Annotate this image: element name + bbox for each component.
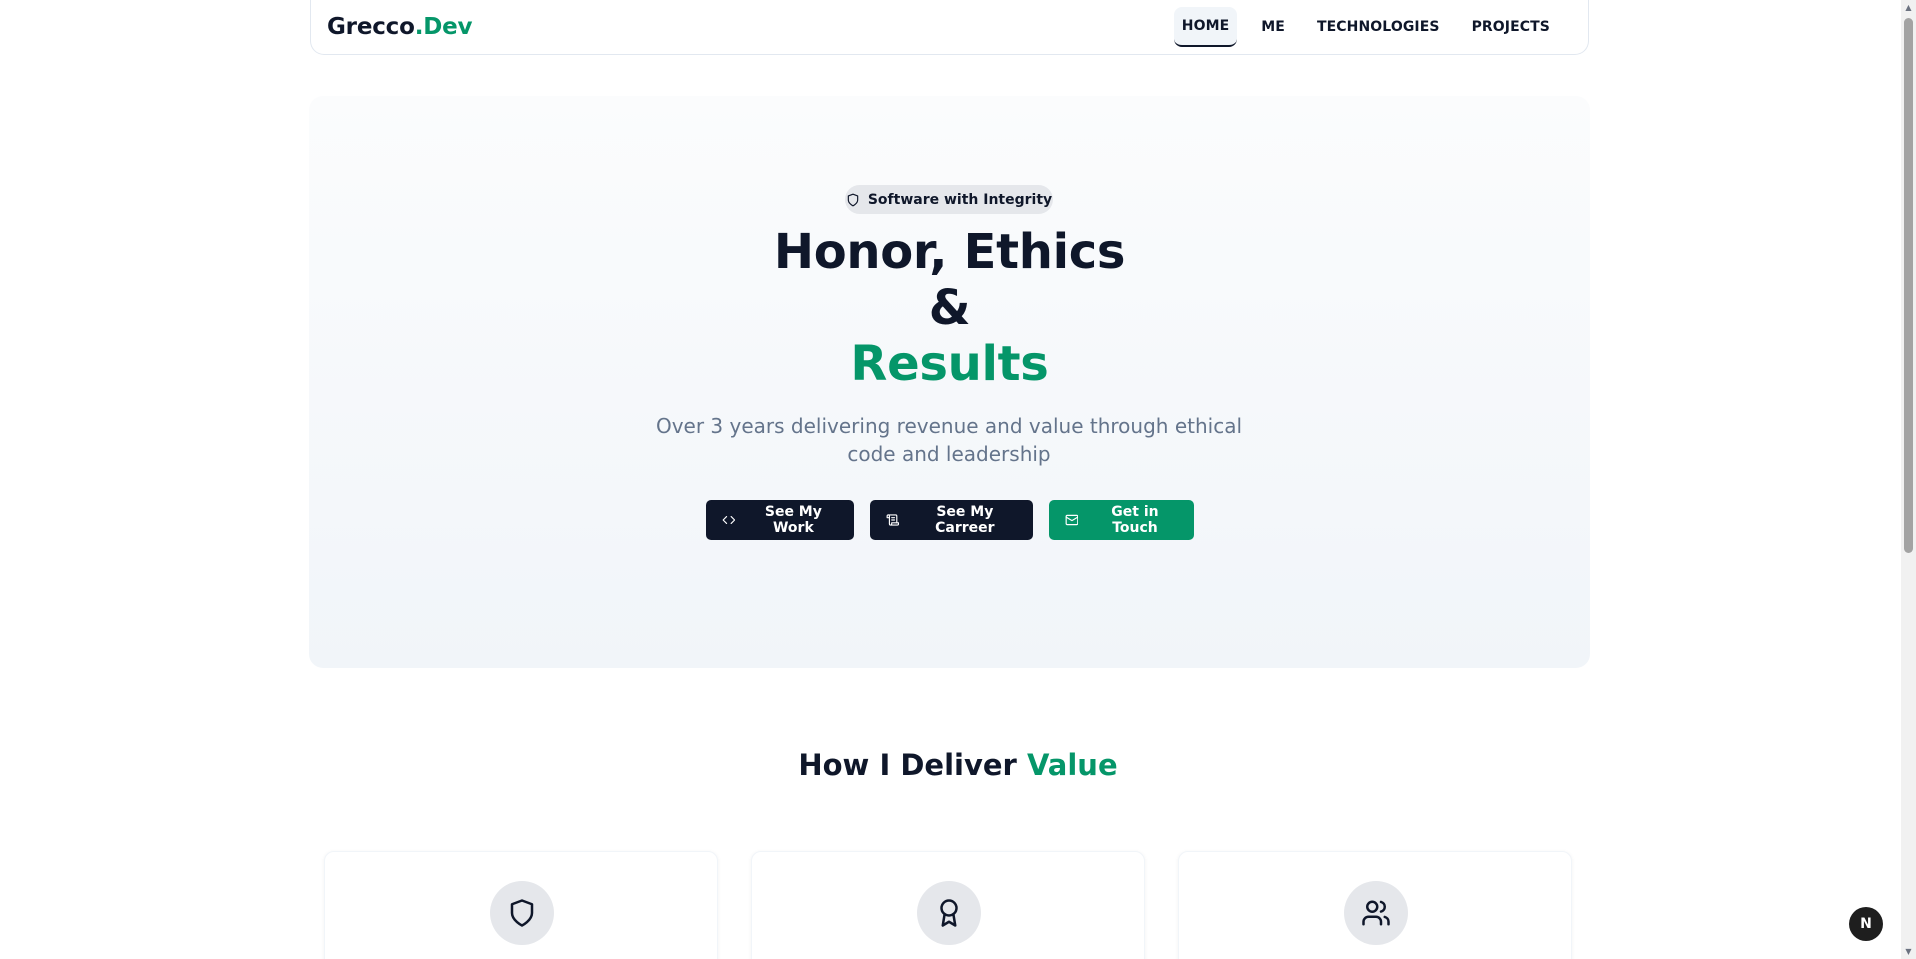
brand-name-accent: .Dev — [414, 14, 473, 40]
badge-label: Software with Integrity — [867, 191, 1053, 208]
hero-subtitle: Over 3 years delivering revenue and valu… — [655, 414, 1243, 466]
value-card-icon-wrap — [917, 881, 981, 945]
value-card-icon-wrap — [490, 881, 554, 945]
value-card-quality — [751, 851, 1145, 959]
cta-buttons: See My Work See My Carreer Get in Touch — [309, 500, 1590, 540]
page-scrollbar[interactable]: ▲ ▼ — [1901, 0, 1916, 959]
nav-item-technologies[interactable]: TECHNOLOGIES — [1309, 7, 1448, 47]
see-my-career-label: See My Carreer — [935, 504, 995, 536]
get-in-touch-label: Get in Touch — [1111, 504, 1159, 536]
dev-tools-badge[interactable]: N — [1849, 907, 1883, 941]
brand-logo[interactable]: Grecco.Dev — [327, 14, 473, 40]
hero-section: Software with Integrity Honor, Ethics & … — [309, 96, 1590, 668]
page: Grecco.Dev HOME ME TECHNOLOGIES PROJECTS… — [0, 0, 1916, 959]
mail-icon — [1065, 514, 1078, 526]
shield-icon — [847, 193, 859, 206]
value-card-team — [1178, 851, 1572, 959]
value-section-title: How I Deliver Value — [0, 748, 1916, 782]
code-icon — [722, 515, 735, 525]
navbar: Grecco.Dev HOME ME TECHNOLOGIES PROJECTS — [310, 0, 1589, 55]
shield-icon — [510, 899, 534, 927]
main-nav: HOME ME TECHNOLOGIES PROJECTS — [1173, 7, 1558, 47]
award-icon — [940, 899, 958, 927]
nav-item-me[interactable]: ME — [1253, 7, 1293, 47]
see-my-work-label: See My Work — [764, 504, 822, 536]
scroll-icon — [886, 514, 899, 526]
scroll-up-arrow-icon[interactable]: ▲ — [1901, 0, 1916, 15]
get-in-touch-button[interactable]: Get in Touch — [1048, 500, 1194, 540]
see-my-career-button[interactable]: See My Carreer — [869, 500, 1033, 540]
brand-name: Grecco — [327, 14, 415, 40]
nav-item-projects[interactable]: PROJECTS — [1464, 7, 1558, 47]
integrity-badge: Software with Integrity — [845, 185, 1053, 214]
nav-item-home[interactable]: HOME — [1173, 7, 1238, 47]
scrollbar-thumb[interactable] — [1904, 18, 1913, 553]
hero-title-line2: & — [928, 280, 971, 336]
hero-title-line1: Honor, Ethics — [773, 224, 1126, 280]
see-my-work-button[interactable]: See My Work — [705, 500, 854, 540]
users-icon — [1362, 900, 1390, 926]
hero-title-line3: Results — [850, 336, 1049, 392]
value-card-integrity — [324, 851, 718, 959]
value-title-part1: How I Deliver — [798, 748, 1017, 782]
value-card-icon-wrap — [1344, 881, 1408, 945]
scroll-down-arrow-icon[interactable]: ▼ — [1901, 944, 1916, 959]
value-title-part2: Value — [1026, 748, 1118, 782]
